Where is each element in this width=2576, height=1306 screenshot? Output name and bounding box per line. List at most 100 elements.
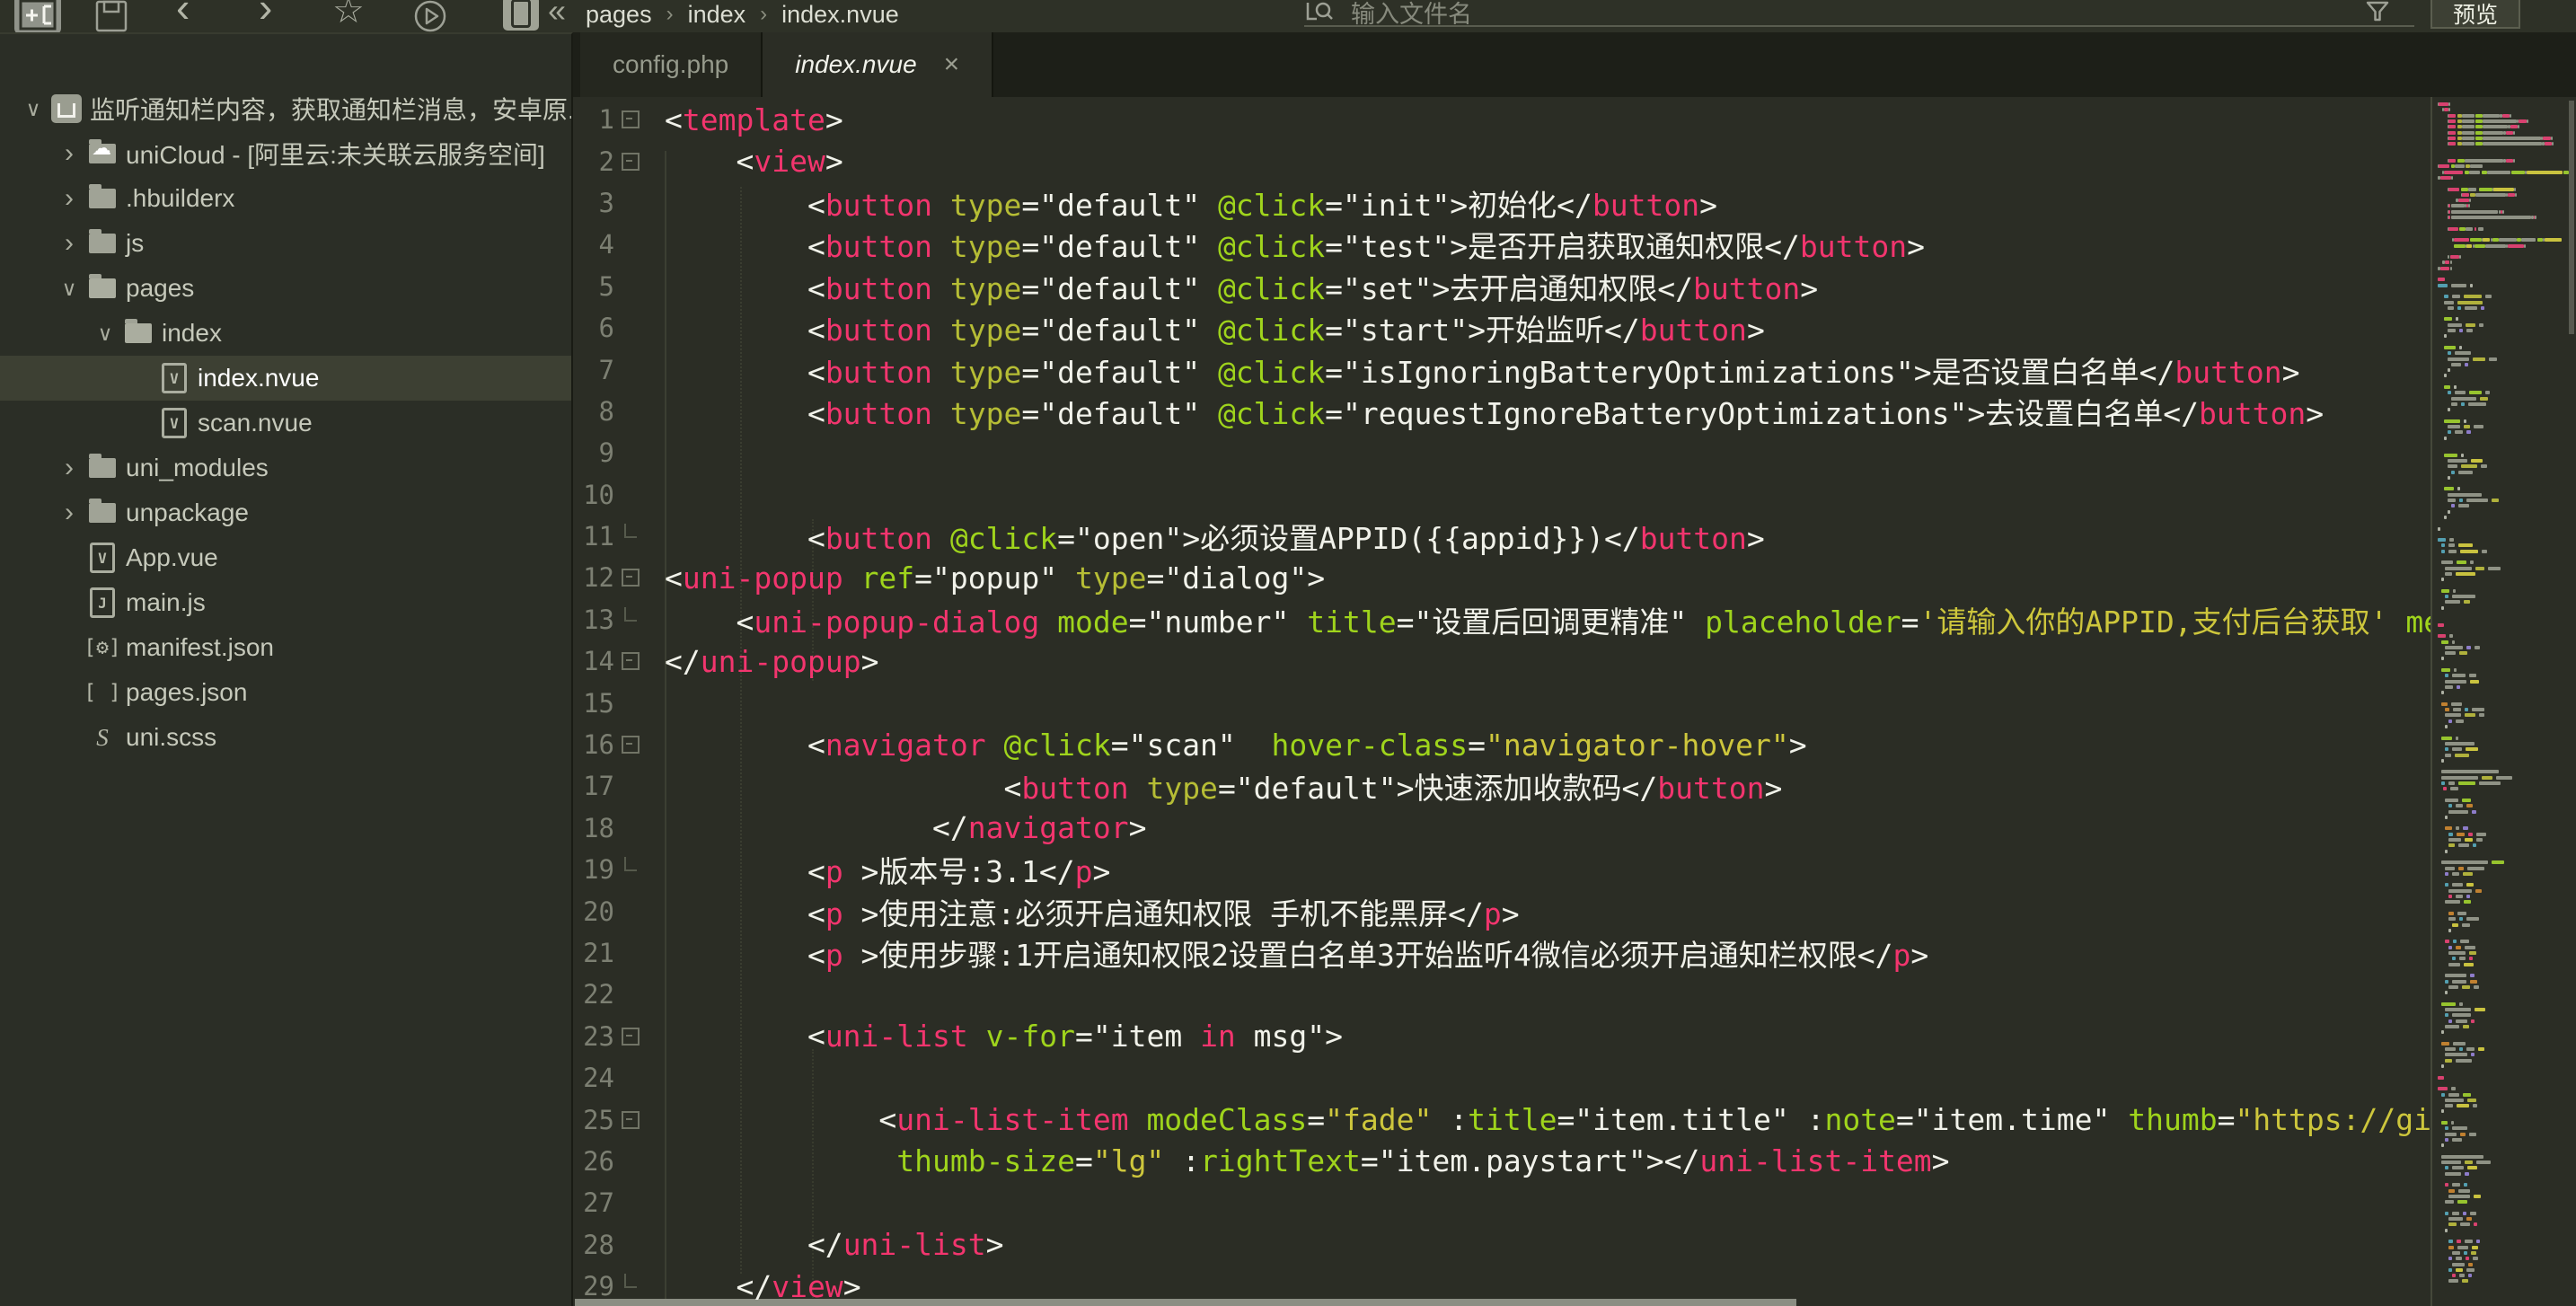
code-line[interactable]: 29 </view> bbox=[573, 1266, 2430, 1306]
file-search-input[interactable]: 输入文件名 bbox=[1304, 0, 2414, 28]
tree-item[interactable]: › ☁ uniCloud - [阿里云:未关联云服务空间] bbox=[0, 131, 571, 176]
code-line[interactable]: 17 <button type="default">快速添加收款码</button… bbox=[573, 765, 2430, 807]
fold-marker-icon[interactable] bbox=[614, 652, 647, 671]
minimap-line bbox=[2441, 668, 2450, 672]
code-line[interactable]: 12 <uni-popup ref="popup" type="dialog"> bbox=[573, 557, 2430, 598]
code-text: <uni-popup-dialog mode="number" title="设… bbox=[665, 598, 2430, 641]
breadcrumb-file[interactable]: index.nvue bbox=[781, 1, 899, 29]
tab-config-php[interactable]: config.php bbox=[580, 32, 763, 97]
tree-item[interactable]: Jmain.js bbox=[0, 580, 571, 625]
tree-item[interactable]: [⚙] manifest.json bbox=[0, 625, 571, 670]
filter-funnel-icon[interactable] bbox=[2364, 0, 2391, 25]
chevron-right-icon[interactable]: › bbox=[54, 453, 84, 483]
code-line[interactable]: 19 <p >版本号:3.1</p> bbox=[573, 849, 2430, 890]
code-line[interactable]: 9 bbox=[573, 432, 2430, 473]
chevron-right-icon[interactable]: › bbox=[54, 138, 84, 169]
code-line[interactable]: 16 <navigator @click="scan" hover-class="… bbox=[573, 724, 2430, 765]
code-line[interactable]: 27 bbox=[573, 1182, 2430, 1223]
minimap-line bbox=[2441, 640, 2448, 644]
chevron-right-icon[interactable]: › bbox=[54, 228, 84, 259]
tree-item[interactable]: ∨ index bbox=[0, 311, 571, 356]
minimap-line bbox=[2448, 945, 2452, 949]
code-line[interactable]: 24 bbox=[573, 1057, 2430, 1099]
tree-item[interactable]: › uni_modules bbox=[0, 446, 571, 490]
code-line[interactable]: 14 </uni-popup> bbox=[573, 640, 2430, 682]
token: modeClass bbox=[1146, 1102, 1308, 1138]
preview-button[interactable]: 预览 bbox=[2430, 0, 2520, 29]
line-number: 20 bbox=[583, 896, 614, 927]
tree-item[interactable]: [ ] pages.json bbox=[0, 670, 571, 715]
folder-icon bbox=[84, 450, 120, 486]
tree-item[interactable]: ∨ 监听通知栏内容，获取通知栏消息，安卓原... bbox=[0, 86, 571, 131]
minimap-line bbox=[2448, 832, 2453, 836]
tree-item[interactable]: › js bbox=[0, 221, 571, 266]
minimap-line bbox=[2448, 1019, 2452, 1023]
chevron-right-icon[interactable]: › bbox=[54, 498, 84, 528]
code-line[interactable]: 5 <button type="default" @click="set">去开启… bbox=[573, 266, 2430, 307]
minimap-line bbox=[2444, 334, 2447, 339]
fold-marker-icon[interactable] bbox=[614, 1110, 647, 1129]
chevron-down-icon[interactable]: ∨ bbox=[18, 97, 49, 121]
code-line[interactable]: 20 <p >使用注意:必须开启通知权限 手机不能黑屏</p> bbox=[573, 890, 2430, 931]
forward-icon[interactable]: › bbox=[259, 0, 272, 28]
run-icon[interactable] bbox=[411, 0, 449, 32]
tree-item[interactable]: V App.vue bbox=[0, 535, 571, 580]
minimap-line bbox=[2458, 843, 2469, 848]
code-line[interactable]: 18 </navigator> bbox=[573, 807, 2430, 849]
tree-item[interactable]: › .hbuilderx bbox=[0, 176, 571, 221]
tab-index-nvue[interactable]: index.nvue × bbox=[763, 32, 994, 97]
minimap-line bbox=[2459, 499, 2463, 502]
minimap[interactable] bbox=[2430, 97, 2576, 1306]
fold-marker-icon[interactable] bbox=[614, 736, 647, 754]
code-line[interactable]: 1 <template> bbox=[573, 99, 2430, 140]
new-project-icon[interactable] bbox=[14, 0, 61, 32]
code-line[interactable]: 3 <button type="default" @click="init">初始… bbox=[573, 182, 2430, 224]
minimap-line bbox=[2459, 1047, 2463, 1052]
save-icon[interactable] bbox=[93, 0, 129, 32]
device-preview-icon[interactable] bbox=[503, 0, 539, 31]
collapse-breadcrumb-icon[interactable]: « bbox=[548, 0, 566, 29]
tree-item[interactable]: Suni.scss bbox=[0, 715, 571, 760]
tree-item[interactable]: Vscan.nvue bbox=[0, 401, 571, 446]
close-icon[interactable]: × bbox=[944, 49, 960, 80]
tree-item[interactable]: Vindex.nvue bbox=[0, 356, 571, 401]
tree-item[interactable]: › unpackage bbox=[0, 490, 571, 535]
line-number: 24 bbox=[583, 1063, 614, 1094]
code-line[interactable]: 25 <uni-list-item modeClass="fade" :title… bbox=[573, 1099, 2430, 1140]
code-line[interactable]: 15 bbox=[573, 682, 2430, 723]
code-line[interactable]: 22 bbox=[573, 974, 2430, 1015]
chevron-down-icon[interactable]: ∨ bbox=[90, 322, 120, 346]
code-line[interactable]: 11 <button @click="open">必须设置APPID({{appi… bbox=[573, 516, 2430, 557]
code-line[interactable]: 4 <button type="default" @click="test">是否… bbox=[573, 224, 2430, 265]
fold-marker-icon[interactable] bbox=[614, 110, 647, 129]
code-line[interactable]: 10 bbox=[573, 474, 2430, 516]
breadcrumb-pages[interactable]: pages bbox=[586, 1, 652, 29]
fold-marker-icon[interactable] bbox=[614, 152, 647, 171]
code-text: <uni-list-item modeClass="fade" :title="… bbox=[665, 1102, 2430, 1137]
fold-marker-icon[interactable] bbox=[614, 569, 647, 587]
minimap-line bbox=[2438, 634, 2446, 639]
code-line[interactable]: 2 <view> bbox=[573, 140, 2430, 181]
code-line[interactable]: 13 <uni-popup-dialog mode="number" title=… bbox=[573, 599, 2430, 640]
code-line[interactable]: 28 </uni-list> bbox=[573, 1224, 2430, 1266]
code-line[interactable]: 26 thumb-size="lg" :rightText="item.payst… bbox=[573, 1141, 2430, 1182]
minimap-line bbox=[2448, 464, 2457, 469]
favorites-icon[interactable]: ☆ bbox=[332, 0, 365, 31]
vertical-scrollbar[interactable] bbox=[2569, 101, 2574, 334]
code-line[interactable]: 6 <button type="default" @click="start">开… bbox=[573, 307, 2430, 349]
minimap-line bbox=[2460, 1222, 2470, 1227]
code-line[interactable]: 8 <button type="default" @click="requestI… bbox=[573, 391, 2430, 432]
tree-item[interactable]: ∨ pages bbox=[0, 266, 571, 311]
code-line[interactable]: 7 <button type="default" @click="isIgnori… bbox=[573, 349, 2430, 390]
chevron-right-icon[interactable]: › bbox=[54, 183, 84, 214]
minimap-line bbox=[2458, 781, 2475, 785]
minimap-line bbox=[2473, 1104, 2477, 1108]
code-line[interactable]: 21 <p >使用步骤:1开启通知权限2设置白名单3开始监听4微信必须开启通知栏权… bbox=[573, 932, 2430, 974]
back-icon[interactable]: ‹ bbox=[176, 0, 190, 28]
code-editor[interactable]: 1 <template> 2 <view> 3 <button type="default… bbox=[573, 97, 2430, 1306]
chevron-down-icon[interactable]: ∨ bbox=[54, 277, 84, 301]
fold-marker-icon[interactable] bbox=[614, 1027, 647, 1046]
minimap-line bbox=[2482, 119, 2517, 123]
code-line[interactable]: 23 <uni-list v-for="item in msg"> bbox=[573, 1016, 2430, 1057]
breadcrumb-index[interactable]: index bbox=[688, 1, 746, 29]
